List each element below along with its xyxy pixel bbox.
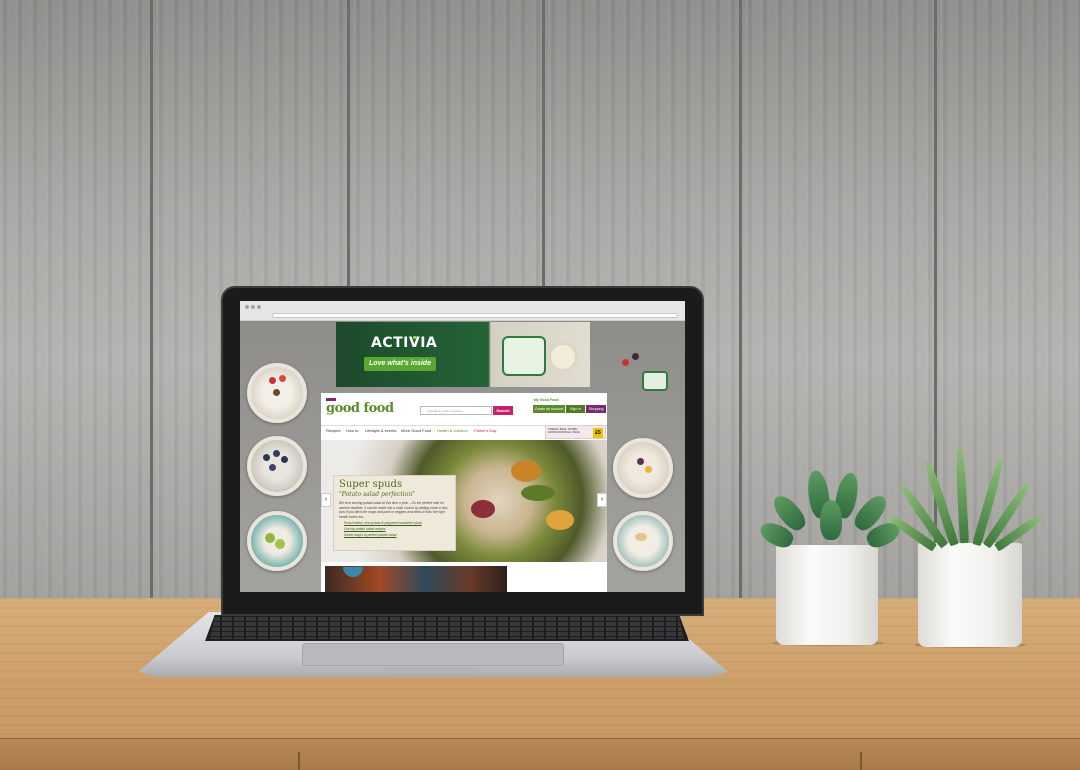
activia-pot-image <box>642 371 668 391</box>
white-pot-right <box>918 543 1022 647</box>
address-bar[interactable] <box>272 313 678 318</box>
nav-more-good-food[interactable]: More Good Food <box>401 428 431 433</box>
roast-vegetable <box>511 460 541 482</box>
potato <box>546 510 574 530</box>
carousel-prev-arrow[interactable]: ‹ <box>321 493 331 507</box>
greens <box>521 485 555 501</box>
activia-logo: ACTIVIA <box>371 335 438 351</box>
hero-caption: Super spuds "Potato salad perfection" We… <box>333 475 456 551</box>
blackberry-image <box>632 353 639 360</box>
drawer-gap <box>860 752 862 770</box>
ad-cta-button[interactable]: Love what's inside <box>364 357 436 371</box>
ad-product-image <box>502 336 546 376</box>
nav-health[interactable]: Health & nutrition <box>437 428 468 433</box>
hero-subtitle: "Potato salad perfection" <box>339 491 415 498</box>
laptop-screen: ACTIVIA Love what's inside good food Ing… <box>240 301 685 592</box>
goodfood-site: good food Ingredients, dish, keyword... … <box>321 393 607 592</box>
my-good-food-label: My Good Food <box>534 398 559 402</box>
magazine-promo[interactable]: STREAM, BAKE, ON BBC GOOD FOOD BLUE, ISS… <box>545 425 606 439</box>
activia-ad-banner[interactable]: ACTIVIA Love what's inside <box>336 322 590 387</box>
granola-bowl-image <box>613 511 673 571</box>
nav-lifestyle[interactable]: Lifestyle & events <box>365 428 396 433</box>
hero-link[interactable]: Sweet soups to perfect potato salad <box>339 533 450 537</box>
window-close-dot[interactable] <box>245 305 249 309</box>
nav-fathers-day[interactable]: Father's Day <box>474 428 497 433</box>
window-maximize-dot[interactable] <box>257 305 261 309</box>
carousel-next-arrow[interactable]: › <box>597 493 607 507</box>
drawer-gap <box>298 752 300 770</box>
fruit-bowl-image <box>613 438 673 498</box>
hero-body: We love serving potato salad at this tim… <box>339 501 449 519</box>
hero-link[interactable]: Roast radish, new potato & peppered mack… <box>339 521 450 525</box>
search-button[interactable]: Search <box>493 406 513 415</box>
ad-dessert-image <box>548 342 578 372</box>
activia-logo-accent <box>413 336 417 339</box>
keyboard-rows <box>210 617 684 639</box>
promo-text: STREAM, BAKE, ON BBC GOOD FOOD BLUE, ISS… <box>548 428 580 434</box>
browser-chrome <box>240 301 685 321</box>
laptop-notch <box>383 667 478 673</box>
kiwi-bowl-image <box>247 511 307 571</box>
desk-edge <box>0 738 1080 770</box>
yogurt-bowl-image <box>247 363 307 423</box>
window-minimize-dot[interactable] <box>251 305 255 309</box>
strawberry-image <box>622 359 629 366</box>
succulent-leaf <box>820 500 842 540</box>
promo-price: £5 <box>593 428 603 438</box>
nav-how-to[interactable]: How to <box>346 428 358 433</box>
white-pot-left <box>776 545 878 645</box>
hero-title[interactable]: Super spuds <box>339 479 450 490</box>
create-account-button[interactable]: Create an account <box>533 405 565 413</box>
nav-recipes[interactable]: Recipes <box>326 428 340 433</box>
sign-in-button[interactable]: Sign in <box>566 405 585 413</box>
search-input[interactable]: Ingredients, dish, keyword... <box>420 406 492 415</box>
blueberry-bowl-image <box>247 436 307 496</box>
shopping-list-button[interactable]: Shopping List <box>586 405 606 419</box>
hero-link[interactable]: Our top potato salad recipes <box>339 527 450 531</box>
radish <box>471 500 495 518</box>
trackpad <box>302 643 564 666</box>
wall-plank <box>0 0 153 600</box>
goodfood-logo[interactable]: good food <box>326 401 394 416</box>
